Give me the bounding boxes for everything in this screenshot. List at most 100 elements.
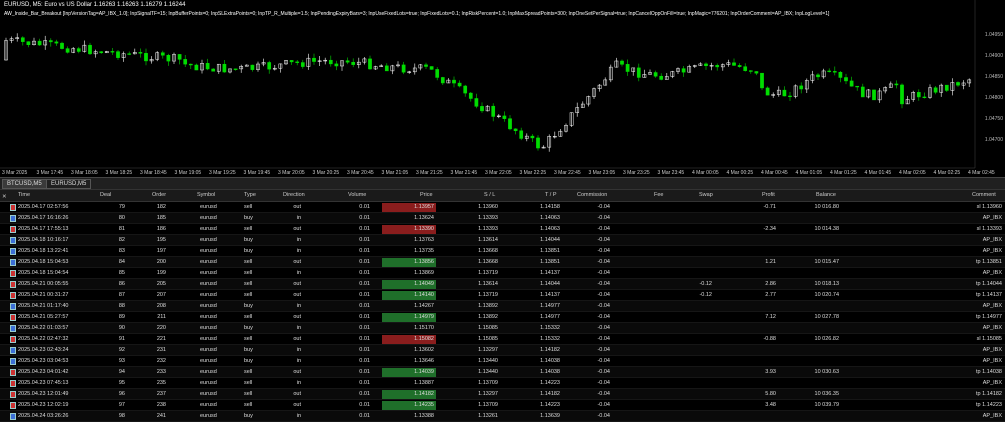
cell-cmt: AP_IBX (982, 347, 1002, 353)
cell-order: 200 (156, 259, 166, 265)
cell-vol: 0.01 (359, 358, 370, 364)
candle-body (183, 59, 188, 65)
candle-body (799, 85, 804, 90)
col-symbol[interactable]: Symbol (197, 190, 215, 201)
cell-deal: 94 (118, 369, 125, 375)
deal-icon (10, 259, 16, 266)
col-type[interactable]: Type (244, 190, 256, 201)
cell-deal: 86 (118, 281, 125, 287)
price-chart[interactable]: EURUSD, M5: Euro vs US Dollar 1.16263 1.… (0, 0, 1005, 177)
cell-comm: -0.04 (597, 215, 610, 221)
cell-time: 2025.04.18 13:22:41 (18, 248, 69, 254)
table-row[interactable]: 2025.04.18 15:04:53 84 200 eurusd sell out 0.0… (0, 257, 1005, 268)
cell-type: sell (244, 369, 253, 375)
col-direction[interactable]: Direction (283, 190, 305, 201)
time-tick: 3 Mar 18:05 (71, 170, 98, 176)
col-comment[interactable]: Comment (972, 190, 996, 201)
table-row[interactable]: 2025.04.21 01:17:40 88 208 eurusd buy in 0.01 1… (0, 301, 1005, 312)
table-row[interactable]: 2025.04.21 05:27:57 89 211 eurusd sell out 0.0… (0, 312, 1005, 323)
candle-body (748, 70, 753, 72)
history-table: ✕ Time Deal Order Symbol Type Direction … (0, 189, 1005, 422)
cell-symbol: eurusd (200, 347, 217, 353)
col-sl[interactable]: S / L (484, 190, 495, 201)
col-commission[interactable]: Commission (577, 190, 607, 201)
table-row[interactable]: 2025.04.22 01:03:57 90 220 eurusd buy in 0.01 1… (0, 323, 1005, 334)
cell-comm: -0.04 (597, 314, 610, 320)
cell-symbol: eurusd (200, 314, 217, 320)
tab-btcusd[interactable]: BTCUSD,M5 (2, 179, 47, 189)
cell-vol: 0.01 (359, 248, 370, 254)
cell-price: 1.13856 (414, 259, 434, 265)
cell-dir: in (296, 358, 301, 364)
cell-dir: out (293, 391, 301, 397)
candle-body (250, 64, 255, 70)
cell-tp: 1.13851 (540, 259, 560, 265)
col-volume[interactable]: Volume (348, 190, 366, 201)
cell-vol: 0.01 (359, 402, 370, 408)
cell-order: 232 (156, 358, 166, 364)
col-price[interactable]: Price (420, 190, 433, 201)
candlestick-canvas (0, 0, 976, 169)
candle-body (916, 92, 921, 98)
cell-price: 1.13957 (414, 204, 434, 210)
cell-sl: 1.13892 (478, 314, 498, 320)
cell-time: 2025.04.17 16:16:26 (18, 215, 69, 221)
cell-symbol: eurusd (200, 259, 217, 265)
cell-type: sell (244, 292, 253, 298)
table-row[interactable]: 2025.04.21 00:31:27 87 207 eurusd sell out 0.0… (0, 290, 1005, 301)
cell-order: 221 (156, 336, 166, 342)
time-tick: 3 Mar 23:05 (588, 170, 616, 176)
col-swap[interactable]: Swap (699, 190, 713, 201)
table-row[interactable]: 2025.04.17 16:16:26 80 185 eurusd buy in 0.01 1… (0, 213, 1005, 224)
deal-icon (10, 380, 16, 387)
cell-dir: in (296, 303, 301, 309)
cell-tp: 1.14063 (540, 215, 560, 221)
time-tick: 3 Mar 23:45 (657, 170, 685, 176)
cell-order: 182 (156, 204, 166, 210)
table-row[interactable]: 2025.04.17 02:57:56 79 182 eurusd sell out 0.0… (0, 202, 1005, 213)
candle-body (26, 41, 31, 45)
time-tick: 3 Mar 20:25 (312, 170, 340, 176)
cell-deal: 84 (118, 259, 125, 265)
deal-icon (10, 391, 16, 398)
table-row[interactable]: 2025.04.22 02:47:32 91 221 eurusd sell out 0.0… (0, 334, 1005, 345)
table-row[interactable]: 2025.04.18 10:16:17 82 195 eurusd buy in 0.01 1… (0, 235, 1005, 246)
cell-bal: 10 014.38 (814, 226, 839, 232)
cell-tp: 1.14977 (540, 314, 560, 320)
table-row[interactable]: 2025.04.23 12:01:49 96 237 eurusd sell out 0.0… (0, 389, 1005, 400)
table-row[interactable]: 2025.04.18 13:22:41 83 197 eurusd buy in 0.01 1… (0, 246, 1005, 257)
cell-sl: 1.13960 (478, 204, 498, 210)
table-row[interactable]: 2025.04.23 04:01:42 94 233 eurusd sell out 0.0… (0, 367, 1005, 378)
cell-vol: 0.01 (359, 336, 370, 342)
table-row[interactable]: 2025.04.23 02:43:24 92 231 eurusd buy in 0.01 1… (0, 345, 1005, 356)
cell-tp: 1.14038 (540, 369, 560, 375)
table-row[interactable]: 2025.04.23 12:02:19 97 238 eurusd sell out 0.0… (0, 400, 1005, 411)
cell-swap: -0.12 (699, 292, 712, 298)
tab-eurusd[interactable]: EURUSD,M5 (46, 179, 92, 189)
cell-deal: 93 (118, 358, 125, 364)
col-profit[interactable]: Profit (762, 190, 775, 201)
candle-body (334, 63, 339, 67)
candle-body (922, 96, 927, 98)
col-time[interactable]: Time (18, 190, 30, 201)
time-tick: 4 Mar 01:25 (830, 170, 857, 176)
time-tick: 3 Mar 2025 (2, 170, 28, 176)
time-tick: 3 Mar 22:25 (519, 170, 547, 176)
table-row[interactable]: 2025.04.23 07:45:13 95 235 eurusd sell in 0.01… (0, 378, 1005, 389)
col-tp[interactable]: T / P (545, 190, 557, 201)
table-row[interactable]: 2025.04.21 00:05:55 86 205 eurusd sell out 0.0… (0, 279, 1005, 290)
cell-time: 2025.04.23 03:04:53 (18, 358, 69, 364)
col-balance[interactable]: Balance (816, 190, 836, 201)
table-row[interactable]: 2025.04.17 17:55:13 81 186 eurusd sell out 0.0… (0, 224, 1005, 235)
table-row[interactable]: 2025.04.23 03:04:53 93 232 eurusd buy in 0.01 1… (0, 356, 1005, 367)
cell-type: sell (244, 270, 253, 276)
col-order[interactable]: Order (152, 190, 166, 201)
cell-cmt: tp 1.13851 (976, 259, 1002, 265)
price-tick: 1.04850 (984, 74, 1003, 80)
cell-bal: 10 015.47 (814, 259, 839, 265)
candle-body (860, 86, 865, 98)
table-row[interactable]: 2025.04.18 15:04:54 85 199 eurusd sell in 0.01… (0, 268, 1005, 279)
col-deal[interactable]: Deal (100, 190, 111, 201)
candle-body (144, 53, 148, 62)
col-fee[interactable]: Fee (654, 190, 663, 201)
